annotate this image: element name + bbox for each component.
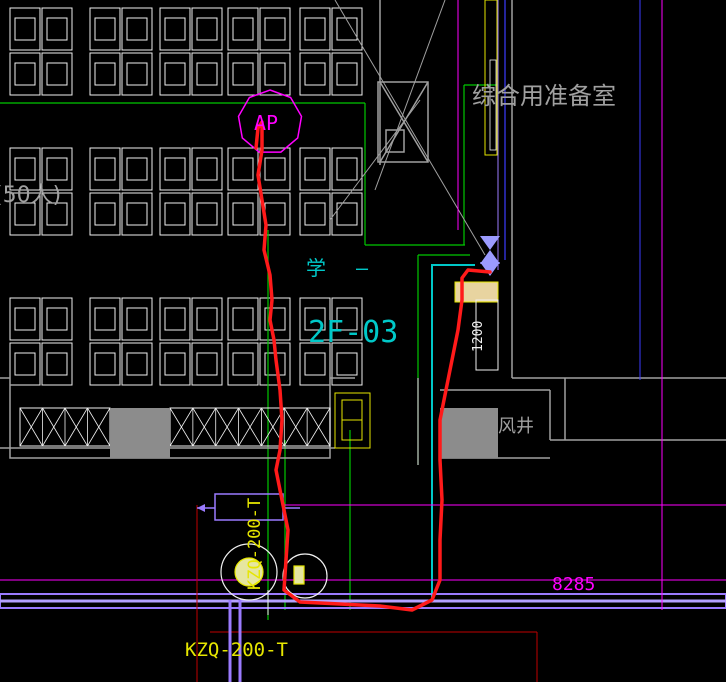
desk-inner — [232, 157, 254, 181]
desk-inner — [164, 352, 186, 376]
room-name-label: 综合用准备室 — [472, 82, 616, 110]
desk-inner — [46, 62, 68, 86]
desk-inner — [94, 202, 116, 226]
desk-inner — [164, 202, 186, 226]
desk-inner — [196, 17, 218, 41]
desk-inner — [336, 352, 358, 376]
desk-inner — [304, 202, 326, 226]
desk-inner — [196, 352, 218, 376]
desk-inner — [14, 62, 36, 86]
louver-strip — [19, 407, 331, 447]
exhaust-fan-icon[interactable] — [220, 543, 328, 601]
desk-inner — [126, 157, 148, 181]
desk-inner — [14, 352, 36, 376]
desk-inner — [304, 157, 326, 181]
desk-inner — [196, 307, 218, 331]
desk-inner — [264, 202, 286, 226]
walls — [0, 0, 726, 465]
desk-inner — [232, 62, 254, 86]
desk-inner — [232, 307, 254, 331]
shaft-label: 风井 — [498, 416, 534, 437]
desk-inner — [94, 157, 116, 181]
desk-inner — [232, 352, 254, 376]
dimension-1200-label: 1200 — [471, 321, 486, 352]
desk-inner — [126, 17, 148, 41]
desk-inner — [264, 157, 286, 181]
desk-inner — [232, 202, 254, 226]
desk-inner — [94, 17, 116, 41]
dimension-8285-label: 8285 — [552, 574, 595, 595]
desk-inner — [46, 157, 68, 181]
desk-inner — [232, 17, 254, 41]
desk-inner — [164, 62, 186, 86]
desk-inner — [164, 307, 186, 331]
desk-inner — [336, 157, 358, 181]
kzq-bottom-label: KZQ-200-T — [185, 639, 288, 661]
desk-inner — [126, 62, 148, 86]
louver-cross-hatch — [19, 407, 331, 447]
ap-label: AP — [254, 111, 278, 135]
room-char-label: 学 — [306, 256, 326, 280]
desk-inner — [264, 62, 286, 86]
room-capacity-label: (50人) — [0, 183, 61, 208]
cable-route-red — [254, 120, 492, 612]
desk-inner — [14, 157, 36, 181]
desk-inner — [304, 62, 326, 86]
desk-inner — [264, 17, 286, 41]
kzq-vertical-label: KZQ-200-T — [245, 498, 265, 590]
desk-inner — [164, 17, 186, 41]
desk-inner — [336, 62, 358, 86]
room-code-label: 2F-03 — [308, 315, 398, 350]
desk-inner — [196, 62, 218, 86]
small-device-icon[interactable] — [334, 392, 371, 449]
desk-inner — [94, 307, 116, 331]
desk-inner — [46, 307, 68, 331]
room-dash-label: — — [356, 256, 369, 280]
desk-inner — [196, 157, 218, 181]
desk-inner — [196, 202, 218, 226]
desk-inner — [46, 352, 68, 376]
desk-inner — [14, 307, 36, 331]
desk-inner — [304, 352, 326, 376]
desk-inner — [94, 62, 116, 86]
desk-inner — [126, 202, 148, 226]
equipment-strip — [457, 0, 506, 270]
desk-inner — [46, 17, 68, 41]
desk-inner — [126, 307, 148, 331]
desk-inner — [304, 17, 326, 41]
cad-drawing-canvas[interactable]: 综合用准备室 (50人) 2F-03 学 — AP 1200 8285 KZQ-… — [0, 0, 726, 682]
desk-inner — [14, 17, 36, 41]
desk-inner — [94, 352, 116, 376]
desk-inner — [164, 157, 186, 181]
desk-inner — [126, 352, 148, 376]
